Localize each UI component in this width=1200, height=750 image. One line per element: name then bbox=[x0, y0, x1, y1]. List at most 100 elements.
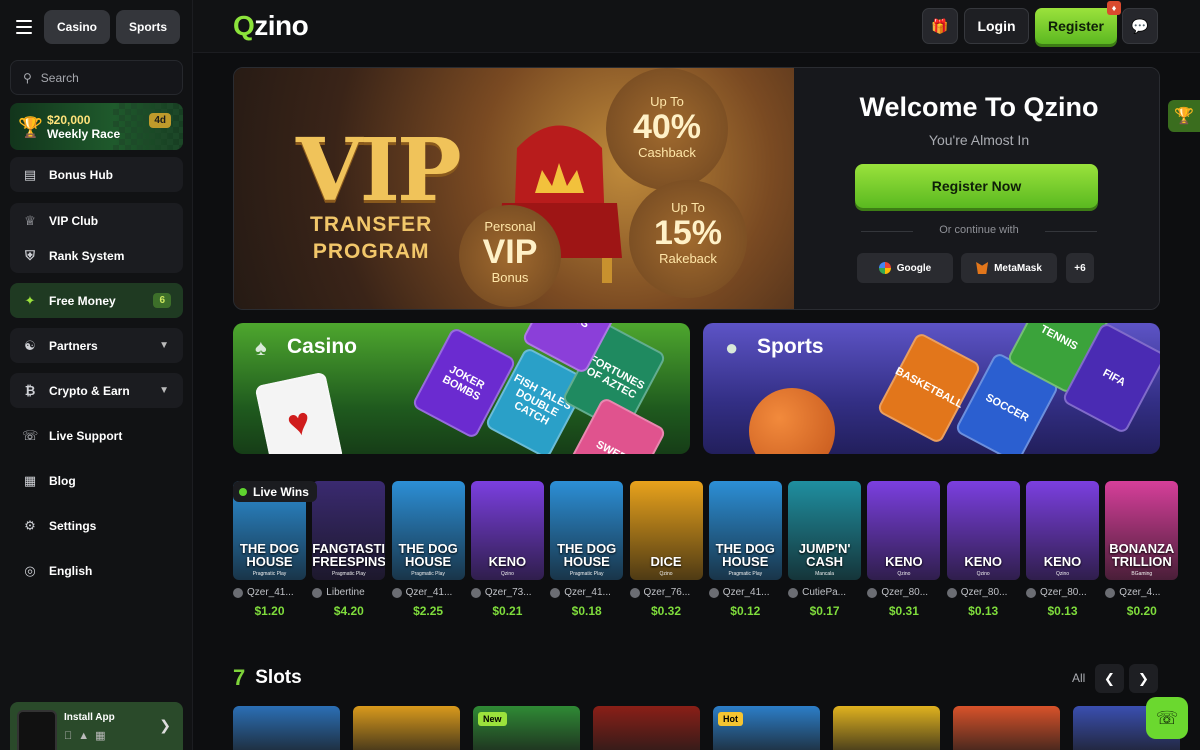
game-title: BONANZA TRILLION bbox=[1109, 541, 1175, 569]
crypto-card: ₿ Crypto & Earn ▼ bbox=[10, 373, 183, 408]
basketball-ball bbox=[749, 388, 835, 454]
win-amount: $0.32 bbox=[650, 604, 682, 618]
avatar bbox=[391, 587, 402, 598]
winner-name: Qzer_41... bbox=[550, 587, 623, 598]
chat-button[interactable]: 💬 bbox=[1122, 8, 1158, 44]
game-provider: Pragmatic Play bbox=[331, 571, 366, 577]
game-provider: BGaming bbox=[1131, 571, 1153, 577]
checker-pattern bbox=[113, 103, 183, 150]
game-thumbnail[interactable]: FANGTASTIC FREESPINS Pragmatic Play bbox=[312, 481, 386, 580]
slots-next-button[interactable]: ❯ bbox=[1129, 664, 1158, 693]
sidebar-item-bonus-hub[interactable]: ▤ Bonus Hub bbox=[10, 157, 183, 192]
game-title: KENO bbox=[488, 554, 527, 569]
register-label: Register bbox=[1047, 18, 1105, 34]
casino-switch-button[interactable]: Casino bbox=[44, 10, 111, 44]
game-thumbnail[interactable]: THE DOG HOUSE Pragmatic Play bbox=[391, 481, 465, 580]
sidebar-item-label: Partners bbox=[49, 338, 98, 353]
slot-tile[interactable] bbox=[833, 706, 940, 750]
winner-name: Qzer_80... bbox=[946, 587, 1020, 598]
slot-tile[interactable] bbox=[233, 706, 340, 750]
game-title: THE DOG HOUSE bbox=[398, 541, 458, 569]
slot-tile[interactable]: New bbox=[473, 706, 580, 750]
weekly-race-banner[interactable]: 🏆 $20,000 Weekly Race 4d bbox=[10, 103, 183, 150]
search-placeholder: Search bbox=[40, 70, 79, 85]
game-thumbnail[interactable]: BONANZA TRILLION BGaming bbox=[1105, 481, 1179, 580]
crown-icon: ♕ bbox=[24, 212, 36, 228]
slots-all-link[interactable]: All bbox=[1072, 671, 1085, 685]
avatar bbox=[867, 587, 878, 598]
basketball-icon: ● bbox=[725, 335, 739, 360]
sidebar-item-vip-club[interactable]: ♕ VIP Club bbox=[10, 203, 183, 238]
slot-tile[interactable] bbox=[353, 706, 460, 750]
sidebar-item-free-money[interactable]: ✦ Free Money 6 bbox=[10, 283, 183, 318]
sidebar-item-rank-system[interactable]: ⛨ Rank System bbox=[10, 238, 183, 273]
vip-title: VIP bbox=[296, 120, 462, 221]
game-thumbnail[interactable]: KENO Qzino bbox=[946, 481, 1020, 580]
app-root: Casino Sports ⚲ Search 🏆 $20,000 Weekly … bbox=[0, 0, 1200, 750]
live-support-button[interactable]: ☏ bbox=[1146, 697, 1188, 739]
side-trophy-button[interactable]: 🏆 bbox=[1168, 100, 1200, 132]
sports-switch-button[interactable]: Sports bbox=[116, 10, 181, 44]
more-login-options-button[interactable]: +6 bbox=[1066, 253, 1094, 283]
chevron-left-icon: ❮ bbox=[1104, 670, 1115, 686]
logo[interactable]: Qzino bbox=[233, 10, 309, 42]
vip-subtitle: TRANSFER PROGRAM bbox=[310, 213, 433, 263]
gift-icon: 🎁 bbox=[931, 17, 949, 34]
game-thumbnail[interactable]: KENO Qzino bbox=[470, 481, 544, 580]
sports-category-tile[interactable]: ● Sports BASKETBALL SOCCER TENNIS FIFA bbox=[703, 323, 1160, 454]
slot-tag-badge: Hot bbox=[718, 712, 743, 726]
gift-button[interactable]: 🎁 bbox=[922, 8, 958, 44]
install-app-banner[interactable]: Install App ▲▦ ❯ bbox=[10, 702, 183, 750]
menu-icon[interactable] bbox=[10, 10, 38, 44]
live-dot-icon bbox=[239, 487, 247, 496]
sidebar-item-settings[interactable]: ⚙ Settings bbox=[10, 508, 183, 543]
game-thumbnail[interactable]: DICE Qzino bbox=[629, 481, 703, 580]
winner-name: Qzer_76... bbox=[629, 587, 703, 598]
slot-tile[interactable]: Hot bbox=[713, 706, 820, 750]
casino-category-label: Casino bbox=[287, 335, 358, 358]
partners-card: ☯ Partners ▼ bbox=[10, 328, 183, 363]
welcome-panel: Welcome To Qzino You're Almost In Regist… bbox=[797, 68, 1159, 309]
winner-name: Qzer_41... bbox=[708, 587, 782, 598]
live-wins-label: Live Wins bbox=[233, 481, 317, 502]
win-amount: $1.20 bbox=[254, 604, 285, 618]
register-now-button[interactable]: Register Now bbox=[855, 164, 1098, 208]
sidebar-item-blog[interactable]: ▦ Blog bbox=[10, 463, 183, 498]
slot-tile[interactable] bbox=[593, 706, 700, 750]
game-thumbnail[interactable]: KENO Qzino bbox=[1026, 481, 1099, 580]
sidebar-item-label: Settings bbox=[49, 518, 97, 533]
login-button[interactable]: Login bbox=[964, 8, 1029, 44]
slot-tile[interactable] bbox=[953, 706, 1060, 750]
chevron-down-icon: ▼ bbox=[159, 340, 169, 351]
win-amount: $0.18 bbox=[571, 604, 602, 618]
sidebar-item-partners[interactable]: ☯ Partners ▼ bbox=[10, 328, 183, 363]
sidebar-item-crypto-earn[interactable]: ₿ Crypto & Earn ▼ bbox=[10, 373, 183, 408]
trophy-icon: 🏆 bbox=[18, 117, 43, 139]
game-thumbnail[interactable]: KENO Qzino bbox=[867, 481, 941, 580]
slots-title: Slots bbox=[255, 667, 302, 688]
game-provider: Qzino bbox=[1055, 571, 1070, 577]
metamask-login-button[interactable]: MetaMask bbox=[961, 253, 1057, 283]
winner-name: Qzer_41... bbox=[233, 587, 306, 598]
game-thumbnail[interactable]: JUMP'N' CASH Mancala bbox=[788, 481, 862, 580]
chevron-down-icon: ▼ bbox=[159, 385, 169, 396]
or-continue-label: Or continue with bbox=[797, 224, 1159, 236]
game-thumbnail[interactable]: THE DOG HOUSE Pragmatic Play bbox=[708, 481, 782, 580]
os-icons: ▲▦ bbox=[64, 730, 106, 742]
game-thumbnail[interactable]: THE DOG HOUSE Pragmatic Play bbox=[550, 481, 624, 580]
win-amount: $2.25 bbox=[413, 604, 444, 618]
slots-prev-button[interactable]: ❮ bbox=[1095, 664, 1124, 693]
handshake-icon: ☯ bbox=[24, 337, 36, 353]
chevron-right-icon: ❯ bbox=[1138, 670, 1149, 686]
game-provider: Pragmatic Play bbox=[411, 571, 445, 577]
search-input[interactable]: ⚲ Search bbox=[10, 60, 183, 95]
register-button[interactable]: Register ♦ bbox=[1035, 1, 1121, 44]
sidebar-item-label: Free Money bbox=[49, 293, 116, 308]
vip-transfer-banner[interactable]: VIP TRANSFER PROGRAM Up To 40% Cashback U… bbox=[234, 68, 794, 309]
sidebar-item-live-support[interactable]: ☏ Live Support bbox=[10, 418, 183, 453]
sidebar-item-language[interactable]: ◎ English bbox=[10, 553, 183, 588]
bonus-hub-card: ▤ Bonus Hub bbox=[10, 157, 183, 192]
google-login-button[interactable]: Google bbox=[857, 253, 953, 283]
money-icon: ✦ bbox=[24, 292, 36, 308]
casino-category-tile[interactable]: ♠ Casino ♥ JOKER BOMBS FISH TALES DOUBLE… bbox=[233, 323, 690, 454]
